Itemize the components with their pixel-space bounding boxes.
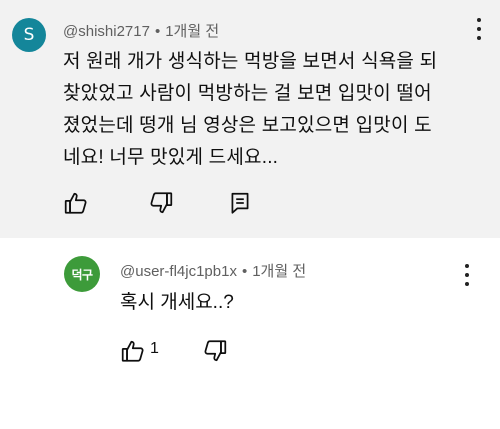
reply-time[interactable]: 1개월 전	[252, 263, 306, 280]
comment-avatar[interactable]: S	[12, 18, 46, 52]
comment-text-line: 저 원래 개가 생식하는 먹방을 보면서 식욕을 되	[63, 51, 438, 72]
comment-username[interactable]: @shishi2717	[63, 23, 150, 40]
avatar-text: 덕구	[71, 267, 93, 282]
reply-username[interactable]: @user-fl4jc1pb1x	[120, 263, 237, 280]
thumbs-down-icon[interactable]	[148, 190, 174, 216]
reply-avatar[interactable]: 덕구	[64, 256, 100, 292]
reply-meta: @user-fl4jc1pb1x • 1개월 전	[120, 260, 306, 281]
meta-separator: •	[241, 263, 248, 280]
comment-meta: @shishi2717 • 1개월 전	[63, 20, 219, 41]
meta-separator: •	[154, 23, 161, 40]
thumbs-down-icon[interactable]	[202, 338, 228, 364]
more-vert-icon[interactable]	[462, 264, 472, 286]
comment-text-line: 졌었는데 떵개 님 영상은 보고있으면 입맛이 도	[63, 115, 432, 136]
comment-text-line: 찾았었고 사람이 먹방하는 걸 보면 입맛이 떨어	[63, 83, 432, 104]
comment-text: 저 원래 개가 생식하는 먹방을 보면서 식욕을 되 찾았었고 사람이 먹방하는…	[63, 46, 493, 174]
like-count: 1	[150, 340, 159, 357]
reply-icon[interactable]	[227, 190, 253, 216]
comment-text-line: 네요! 너무 맛있게 드세요...	[63, 147, 279, 168]
more-vert-icon[interactable]	[474, 18, 484, 40]
comment-time[interactable]: 1개월 전	[165, 23, 219, 40]
thumbs-up-icon[interactable]	[63, 190, 89, 216]
reply-text: 혹시 개세요..?	[120, 292, 234, 313]
thumbs-up-icon[interactable]	[120, 338, 146, 364]
avatar-letter: S	[23, 25, 35, 45]
